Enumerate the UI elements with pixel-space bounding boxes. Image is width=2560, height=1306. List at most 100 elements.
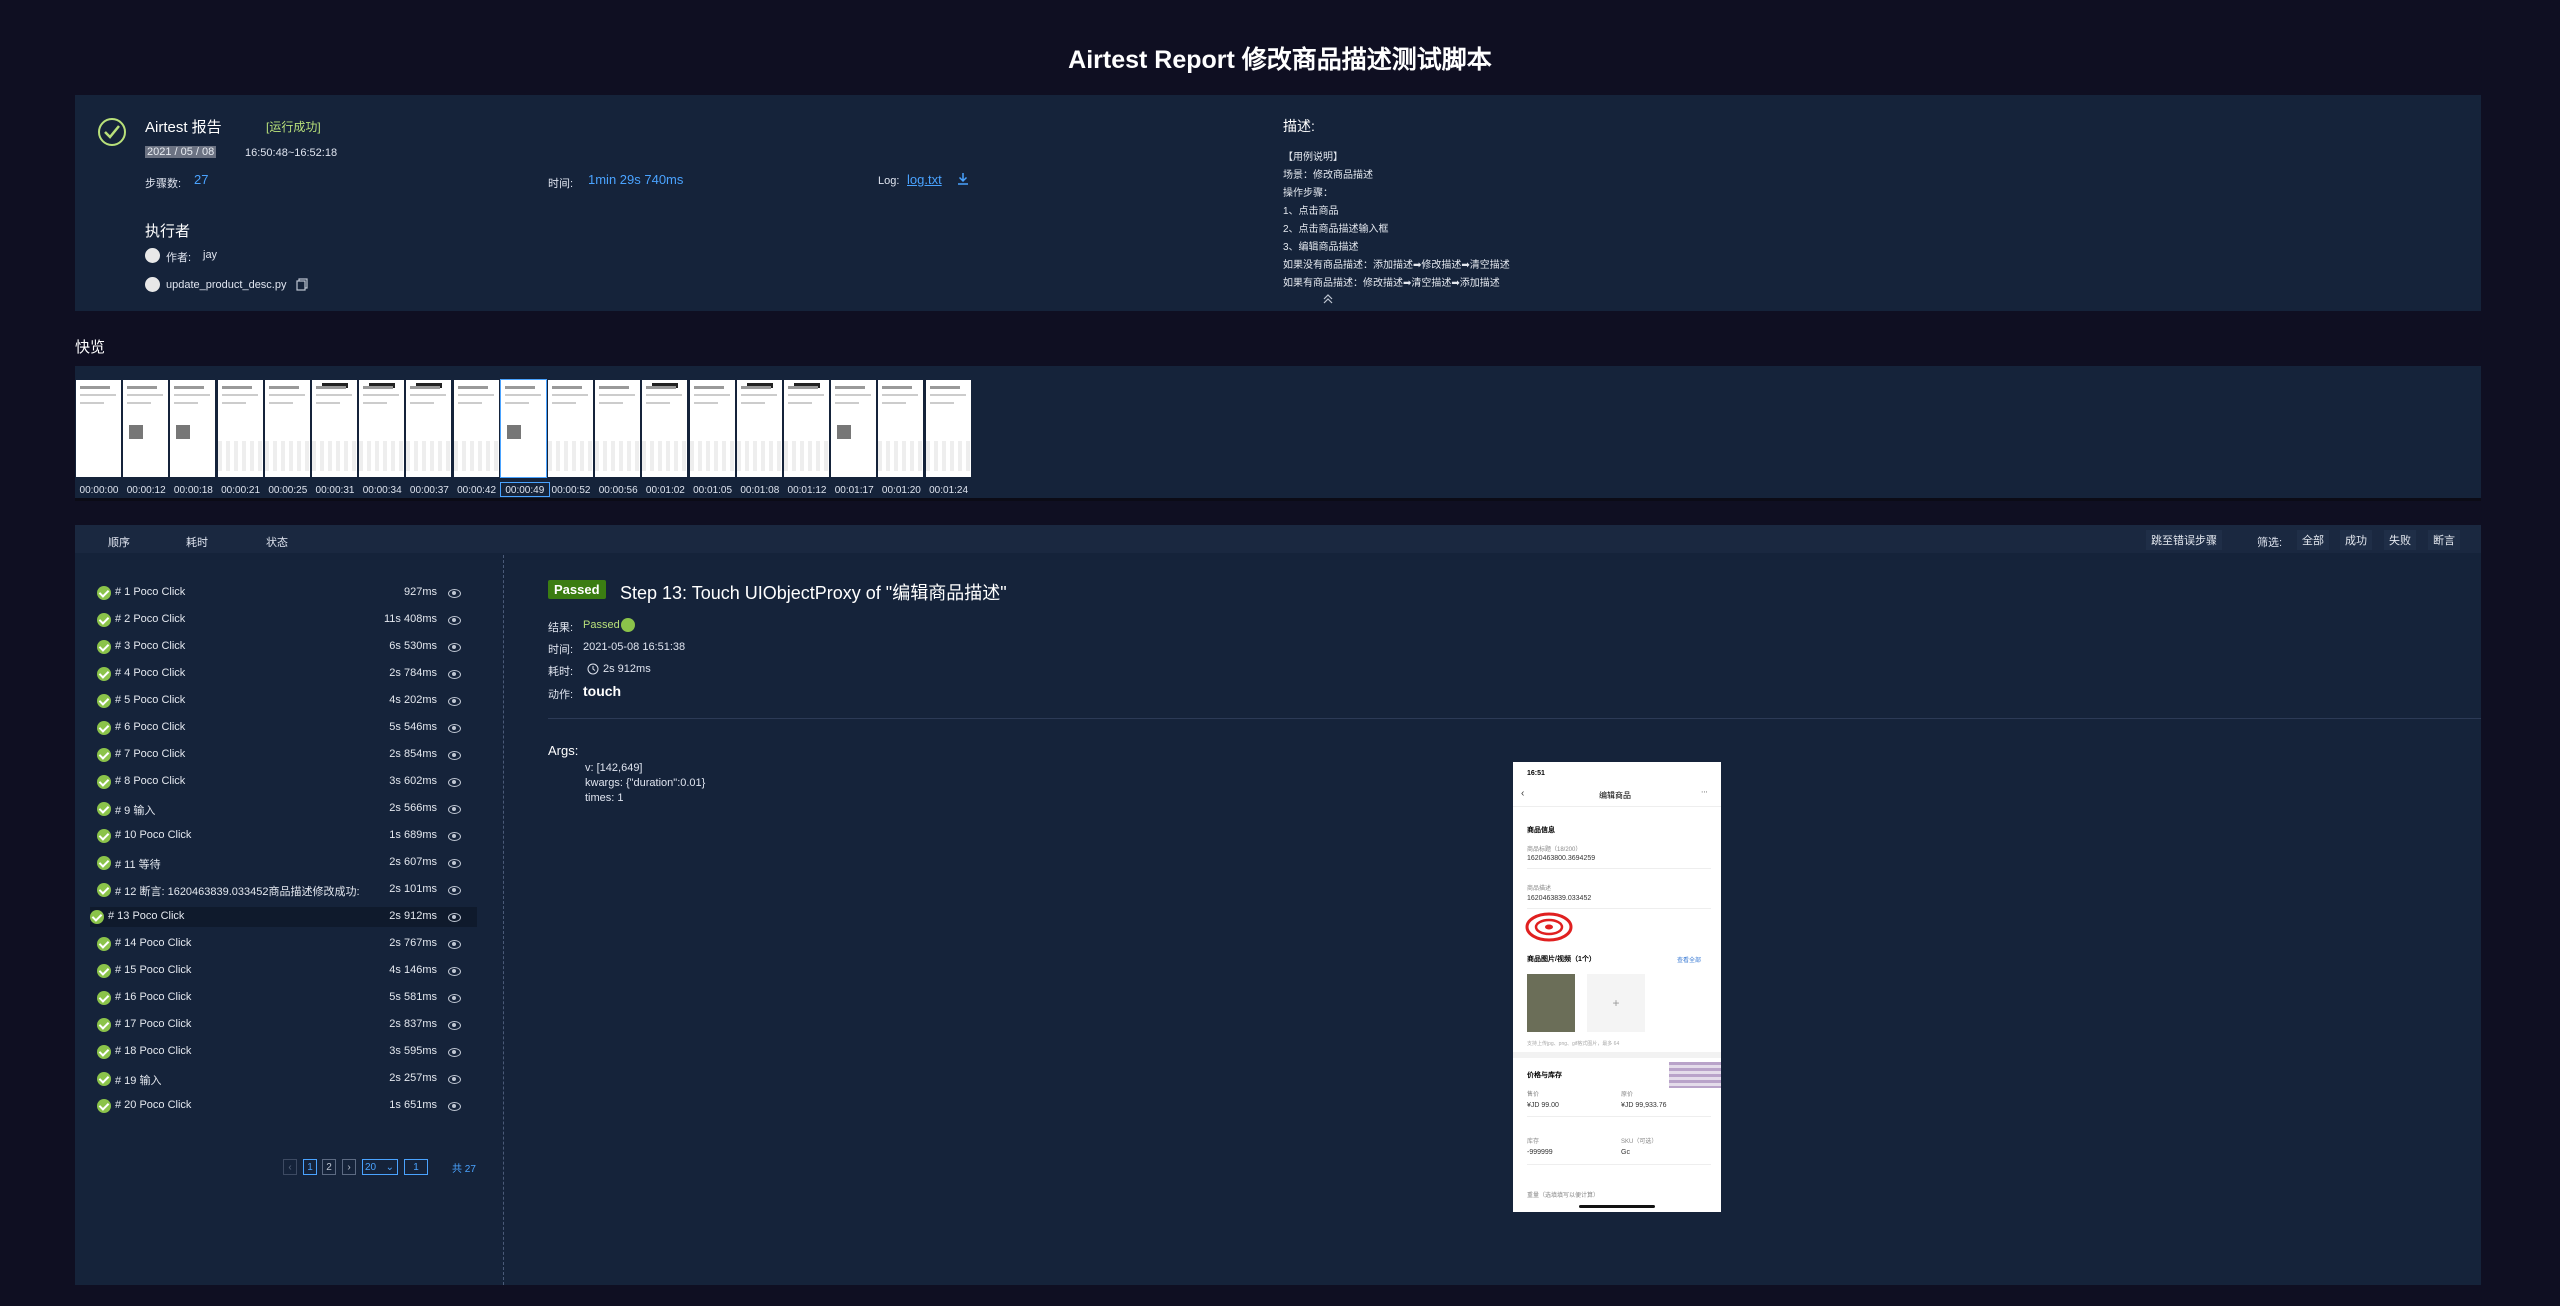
- screenshot-thumbnail[interactable]: [642, 380, 688, 477]
- eye-icon[interactable]: [448, 859, 461, 868]
- screenshot-thumbnail[interactable]: [264, 380, 310, 477]
- col-status-sort[interactable]: 状态: [266, 534, 288, 550]
- eye-icon[interactable]: [448, 643, 461, 652]
- screenshot-thumbnail[interactable]: [878, 380, 924, 477]
- eye-icon[interactable]: [448, 751, 461, 760]
- page-2-button[interactable]: 2: [322, 1159, 336, 1175]
- eye-icon[interactable]: [448, 1021, 461, 1030]
- eye-icon[interactable]: [448, 832, 461, 841]
- step-row[interactable]: # 2 Poco Click 11s 408ms: [97, 610, 477, 630]
- screenshot-thumbnail[interactable]: [831, 380, 877, 477]
- step-passed-icon: [97, 829, 111, 843]
- step-screenshot[interactable]: 16:51 ‹ 编辑商品 ⋯ 商品信息 商品标题（18/200） 1620463…: [1513, 762, 1721, 1212]
- run-status: [运行成功]: [266, 120, 321, 134]
- log-link[interactable]: log.txt: [907, 172, 942, 187]
- copy-icon[interactable]: [296, 278, 308, 291]
- step-passed-icon: [97, 721, 111, 735]
- screenshot-thumbnail[interactable]: [736, 380, 782, 477]
- collapse-icon[interactable]: [1322, 293, 1334, 305]
- step-row[interactable]: # 6 Poco Click 5s 546ms: [97, 718, 477, 738]
- step-row[interactable]: # 11 等待 2s 607ms: [97, 853, 477, 873]
- step-row[interactable]: # 10 Poco Click 1s 689ms: [97, 826, 477, 846]
- step-row[interactable]: # 17 Poco Click 2s 837ms: [97, 1015, 477, 1035]
- screenshot-thumbnail[interactable]: [217, 380, 263, 477]
- eye-icon[interactable]: [448, 697, 461, 706]
- screenshot-thumbnail[interactable]: [548, 380, 593, 477]
- screenshot-thumbnail[interactable]: [406, 380, 452, 477]
- thumbnail-time-label: 00:00:21: [221, 485, 261, 496]
- screenshot-thumbnail[interactable]: [312, 380, 357, 477]
- step-row[interactable]: # 14 Poco Click 2s 767ms: [97, 934, 477, 954]
- step-duration: 4s 146ms: [389, 964, 437, 976]
- eye-icon[interactable]: [448, 994, 461, 1003]
- screenshot-thumbnail[interactable]: [925, 380, 971, 477]
- screenshot-thumbnail[interactable]: [784, 380, 829, 477]
- step-row[interactable]: # 7 Poco Click 2s 854ms: [97, 745, 477, 765]
- page-goto-input[interactable]: 1: [404, 1159, 428, 1175]
- step-row[interactable]: # 8 Poco Click 3s 602ms: [97, 772, 477, 792]
- step-row[interactable]: # 13 Poco Click 2s 912ms: [90, 907, 477, 927]
- download-icon[interactable]: [956, 172, 970, 186]
- eye-icon[interactable]: [448, 616, 461, 625]
- filter-success-button[interactable]: 成功: [2340, 530, 2372, 550]
- eye-icon[interactable]: [448, 886, 461, 895]
- step-name: # 9 输入: [115, 805, 156, 817]
- screenshot-thumbnail[interactable]: [76, 380, 121, 477]
- page-total: 共 27: [452, 1164, 476, 1175]
- report-date: 2021 / 05 / 08: [145, 146, 217, 158]
- screenshot-thumbnail[interactable]: [689, 380, 735, 477]
- eye-icon[interactable]: [448, 805, 461, 814]
- screenshot-thumbnail[interactable]: [499, 379, 547, 478]
- eye-icon[interactable]: [448, 940, 461, 949]
- screenshot-thumbnail[interactable]: [170, 380, 216, 477]
- step-row[interactable]: # 18 Poco Click 3s 595ms: [97, 1042, 477, 1062]
- step-duration: 5s 581ms: [389, 991, 437, 1003]
- step-row[interactable]: # 3 Poco Click 6s 530ms: [97, 637, 477, 657]
- step-name: # 12 断言: 1620463839.033452商品描述修改成功:: [115, 886, 360, 898]
- page-prev-button[interactable]: ‹: [283, 1159, 297, 1175]
- step-row[interactable]: # 19 输入 2s 257ms: [97, 1069, 477, 1089]
- step-passed-icon: [97, 802, 111, 816]
- eye-icon[interactable]: [448, 1102, 461, 1111]
- eye-icon[interactable]: [448, 670, 461, 679]
- col-time-sort[interactable]: 耗时: [186, 534, 208, 550]
- filter-assert-button[interactable]: 断言: [2428, 530, 2460, 550]
- screenshot-thumbnail[interactable]: [595, 380, 641, 477]
- page-1-button[interactable]: 1: [303, 1159, 317, 1175]
- step-row[interactable]: # 4 Poco Click 2s 784ms: [97, 664, 477, 684]
- step-row[interactable]: # 15 Poco Click 4s 146ms: [97, 961, 477, 981]
- col-order-sort[interactable]: 顺序: [108, 534, 130, 550]
- eye-icon[interactable]: [448, 724, 461, 733]
- screenshot-thumbnail[interactable]: [123, 380, 169, 477]
- page-next-button[interactable]: ›: [342, 1159, 356, 1175]
- step-name: # 16 Poco Click: [115, 991, 192, 1003]
- phone-field-value: ¥JD 99,933.76: [1621, 1102, 1667, 1109]
- arg-line: v: [142,649]: [585, 762, 643, 774]
- jump-to-error-button[interactable]: 跳至错误步骤: [2146, 530, 2222, 550]
- step-row[interactable]: # 5 Poco Click 4s 202ms: [97, 691, 477, 711]
- eye-icon[interactable]: [448, 1075, 461, 1084]
- step-row[interactable]: # 1 Poco Click 927ms: [97, 583, 477, 603]
- eye-icon[interactable]: [448, 967, 461, 976]
- step-passed-icon: [97, 694, 111, 708]
- eye-icon[interactable]: [448, 1048, 461, 1057]
- eye-icon[interactable]: [448, 589, 461, 598]
- eye-icon[interactable]: [448, 778, 461, 787]
- filter-label: 筛选:: [2257, 537, 2283, 549]
- thumbnail-time-label: 00:00:49: [499, 482, 550, 497]
- step-name: # 15 Poco Click: [115, 964, 192, 976]
- cost-value: 2s 912ms: [603, 663, 651, 675]
- step-name: # 6 Poco Click: [115, 721, 186, 733]
- filter-fail-button[interactable]: 失败: [2384, 530, 2416, 550]
- step-row[interactable]: # 16 Poco Click 5s 581ms: [97, 988, 477, 1008]
- step-row[interactable]: # 20 Poco Click 1s 651ms: [97, 1096, 477, 1116]
- screenshot-thumbnail[interactable]: [453, 380, 499, 477]
- screenshot-thumbnail[interactable]: [359, 380, 405, 477]
- step-row[interactable]: # 12 断言: 1620463839.033452商品描述修改成功: 2s 10…: [97, 880, 477, 900]
- time-value: 2021-05-08 16:51:38: [583, 641, 686, 653]
- eye-icon[interactable]: [448, 913, 461, 922]
- filter-all-button[interactable]: 全部: [2297, 530, 2329, 550]
- page-size-select[interactable]: 20 ⌄: [362, 1159, 398, 1175]
- step-row[interactable]: # 9 输入 2s 566ms: [97, 799, 477, 819]
- step-name: # 18 Poco Click: [115, 1045, 192, 1057]
